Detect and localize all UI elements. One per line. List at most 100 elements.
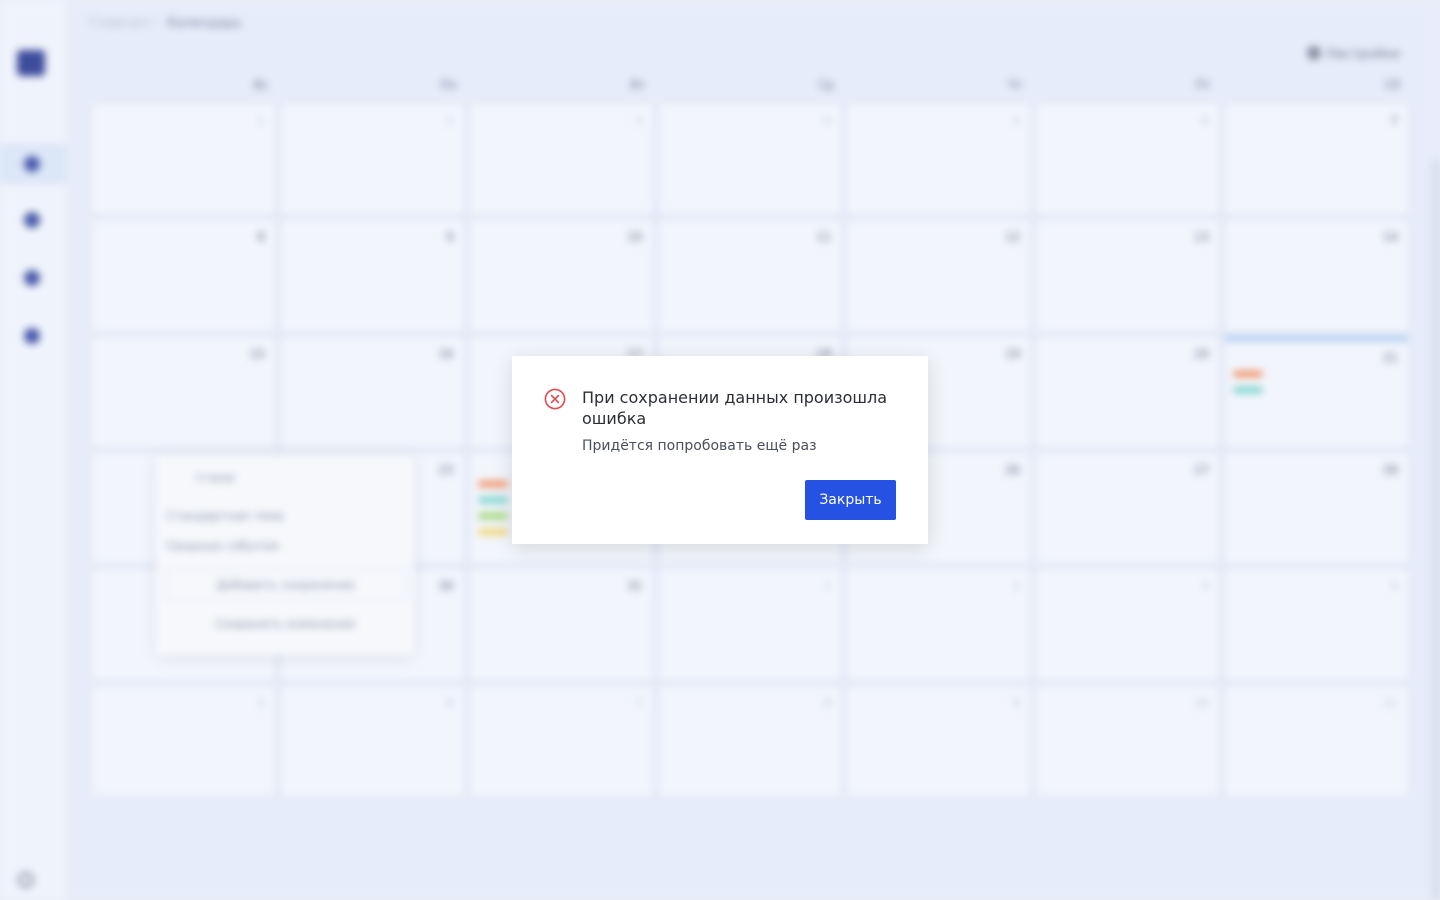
weekday-header: Вт: [630, 78, 646, 92]
calendar-day-cell[interactable]: 1: [92, 104, 275, 215]
calendar-day-cell[interactable]: 16: [280, 336, 464, 447]
event-marker[interactable]: [1233, 386, 1264, 393]
nav-icon: [24, 328, 40, 344]
error-dialog: При сохранении данных произошла ошибка П…: [512, 356, 928, 544]
calendar-day-cell[interactable]: 21: [1225, 336, 1408, 447]
popover-row-1[interactable]: Стандартная тема: [166, 509, 284, 523]
day-number: 5: [1012, 114, 1021, 128]
weekday-header-row: Вс Пн Вт Ср Чт Пт Сб: [90, 78, 1410, 100]
day-number: 15: [249, 346, 265, 361]
calendar-day-cell[interactable]: 6: [1036, 104, 1220, 215]
day-number: 1: [257, 114, 265, 128]
weekday-header: Сб: [1384, 78, 1400, 92]
day-number: 21: [1382, 350, 1398, 365]
calendar-day-cell[interactable]: 5: [847, 104, 1031, 215]
calendar-day-cell[interactable]: 28: [1225, 453, 1408, 564]
gear-icon[interactable]: [18, 872, 34, 888]
calendar-day-cell[interactable]: 1: [658, 569, 842, 680]
day-number: 28: [1382, 463, 1398, 477]
calendar-day-cell[interactable]: 4: [658, 104, 842, 215]
calendar-day-cell[interactable]: 2: [280, 104, 464, 215]
calendar-day-cell[interactable]: 5: [92, 685, 275, 796]
settings-label: Настройки: [1326, 47, 1400, 62]
logo: [17, 50, 45, 76]
sidebar-item-4[interactable]: [0, 316, 66, 356]
day-number: 3: [1201, 579, 1210, 594]
calendar-day-cell[interactable]: 3: [1036, 569, 1220, 680]
sidebar-item-3[interactable]: [0, 258, 66, 298]
calendar-day-cell[interactable]: 8: [658, 685, 842, 796]
calendar-day-cell[interactable]: 9: [280, 220, 464, 331]
calendar-day-cell[interactable]: 12: [847, 220, 1031, 331]
calendar-day-cell[interactable]: 7: [1225, 104, 1408, 215]
calendar-day-cell[interactable]: 2: [847, 569, 1031, 680]
sidebar-item-calendar[interactable]: [0, 144, 66, 184]
calendar-day-cell[interactable]: 4: [1225, 569, 1408, 680]
day-number: 4: [1390, 579, 1398, 594]
dialog-message: Придётся попробовать ещё раз: [582, 438, 817, 454]
day-number: 9: [446, 230, 454, 245]
day-number: 2: [446, 114, 454, 128]
gear-icon: [1306, 46, 1321, 60]
weekday-header: Пт: [1195, 78, 1212, 92]
weekday-header: Вс: [253, 78, 269, 92]
day-number: 4: [823, 114, 832, 128]
calendar-day-cell[interactable]: 27: [1036, 453, 1220, 564]
calendar-day-cell[interactable]: 11: [658, 220, 842, 331]
day-number: 8: [823, 695, 832, 710]
event-marker[interactable]: [477, 513, 508, 519]
day-number: 30: [438, 579, 454, 594]
day-number: 7: [1390, 114, 1398, 128]
day-number: 2: [1012, 579, 1021, 594]
sidebar-item-2[interactable]: [0, 200, 66, 240]
event-marker[interactable]: [477, 497, 508, 503]
calendar-day-cell[interactable]: 15: [92, 336, 275, 447]
calendar-day-cell[interactable]: 6: [280, 685, 464, 796]
calendar-day-cell[interactable]: 7: [469, 685, 653, 796]
event-marker[interactable]: [477, 481, 508, 487]
sidebar: [0, 0, 66, 900]
day-number: 11: [1382, 695, 1398, 710]
popover-title: Стили: [196, 471, 235, 485]
calendar-day-cell[interactable]: 3: [469, 104, 653, 215]
breadcrumb: Главная / Календарь: [90, 16, 242, 31]
day-number: 5: [257, 695, 265, 710]
day-number: 16: [438, 346, 454, 361]
day-number: 9: [1012, 695, 1021, 710]
settings-button[interactable]: Настройки: [1306, 46, 1400, 62]
day-number: 27: [1193, 463, 1210, 477]
add-save-button[interactable]: Добавить сохранение: [166, 569, 406, 601]
calendar-day-cell[interactable]: 13: [1036, 220, 1220, 331]
calendar-day-cell[interactable]: 8: [92, 220, 275, 331]
calendar-day-cell[interactable]: 14: [1225, 220, 1408, 331]
day-number: 3: [634, 114, 643, 128]
close-button[interactable]: Закрыть: [805, 480, 896, 520]
popover-row-2[interactable]: Сводные события: [166, 539, 278, 553]
nav-icon: [24, 212, 40, 228]
calendar-day-cell[interactable]: 9: [847, 685, 1031, 796]
calendar-day-cell[interactable]: 10: [1036, 685, 1220, 796]
day-number: 23: [438, 463, 454, 477]
weekday-header: Ср: [818, 78, 835, 92]
day-number: 1: [823, 579, 832, 594]
save-changes-button[interactable]: Сохранить изменения: [166, 609, 404, 639]
breadcrumb-parent[interactable]: Главная: [90, 16, 146, 31]
day-number: 26: [1005, 463, 1021, 477]
error-circle-x-icon: [544, 388, 566, 410]
day-number: 7: [634, 695, 643, 710]
event-marker[interactable]: [477, 529, 508, 535]
calendar-day-cell[interactable]: 11: [1225, 685, 1408, 796]
day-number: 14: [1382, 230, 1398, 245]
calendar-day-cell[interactable]: 10: [469, 220, 653, 331]
day-number: 10: [1193, 695, 1210, 710]
day-number: 6: [1201, 114, 1210, 128]
calendar-day-cell[interactable]: 20: [1036, 336, 1220, 447]
nav-icon: [24, 270, 40, 286]
day-number: 6: [446, 695, 454, 710]
scrollbar[interactable]: [1432, 160, 1440, 900]
event-marker[interactable]: [1233, 370, 1264, 377]
weekday-header: Пн: [440, 78, 458, 92]
day-number: 12: [1005, 230, 1021, 245]
calendar-day-cell[interactable]: 31: [469, 569, 653, 680]
calendar-icon: [24, 156, 40, 172]
